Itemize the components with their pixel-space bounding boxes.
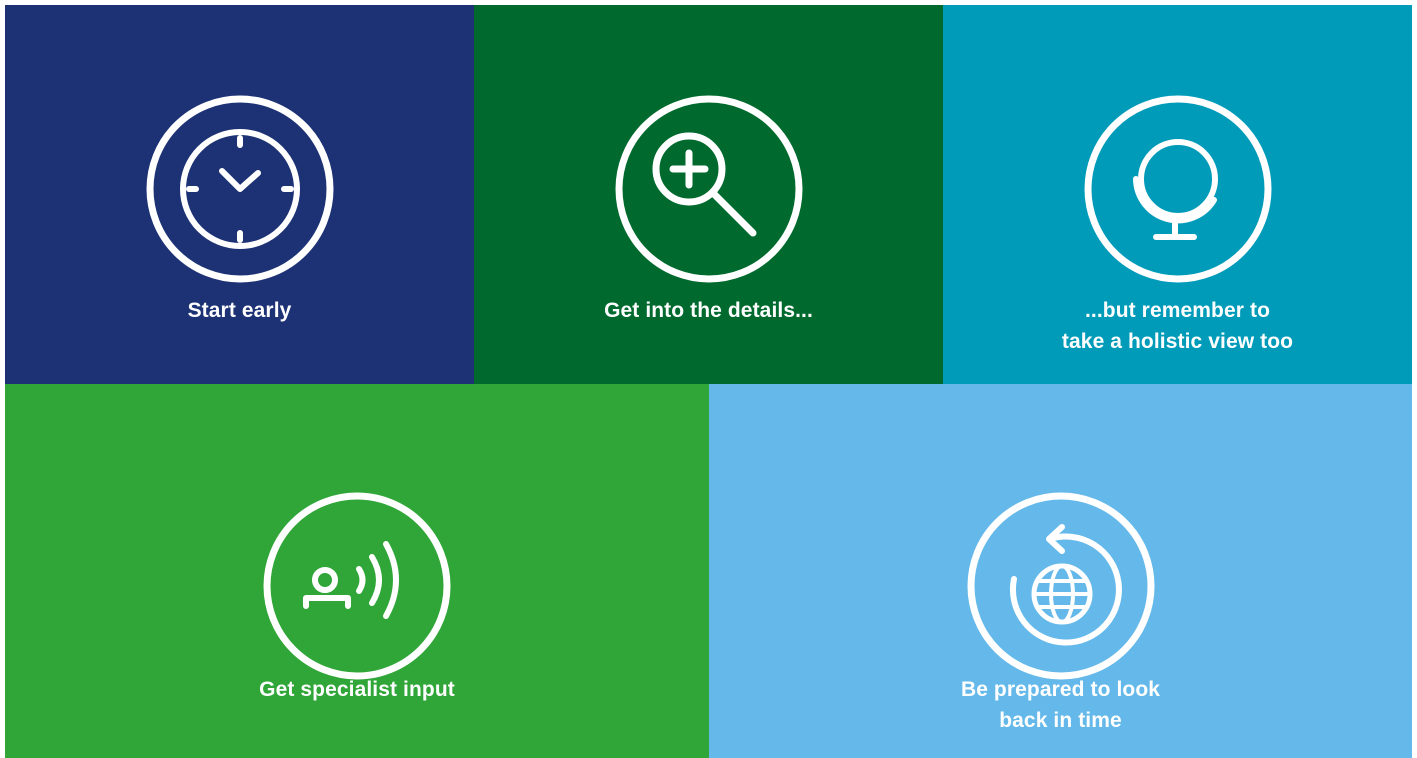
label-line: back in time xyxy=(999,709,1122,732)
history-globe-icon xyxy=(966,491,1156,681)
label-line: Get into the details... xyxy=(604,299,813,322)
speaking-person-icon xyxy=(262,491,452,681)
tile-get-into-details: Get into the details... xyxy=(474,5,943,384)
label-line: take a holistic view too xyxy=(1061,330,1294,353)
tile-label: Get into the details... xyxy=(474,295,943,326)
globe-icon xyxy=(1083,94,1273,284)
label-line: ...but remember to xyxy=(1085,299,1270,322)
tile-label: Start early xyxy=(5,295,474,326)
tile-label: Be prepared to look back in time xyxy=(709,674,1412,736)
tile-specialist-input: Get specialist input xyxy=(5,384,709,758)
tile-label: ...but remember to take a holistic view … xyxy=(943,295,1412,357)
label-line: Be prepared to look xyxy=(960,678,1161,701)
tile-label: Get specialist input xyxy=(5,674,709,705)
label-line: Get specialist input xyxy=(259,678,455,701)
tile-holistic-view: ...but remember to take a holistic view … xyxy=(943,5,1412,384)
tile-start-early: Start early xyxy=(5,5,474,384)
label-line: Start early xyxy=(187,299,292,322)
zoom-in-icon xyxy=(614,94,804,284)
clock-icon xyxy=(145,94,335,284)
tile-look-back-in-time: Be prepared to look back in time xyxy=(709,384,1412,758)
